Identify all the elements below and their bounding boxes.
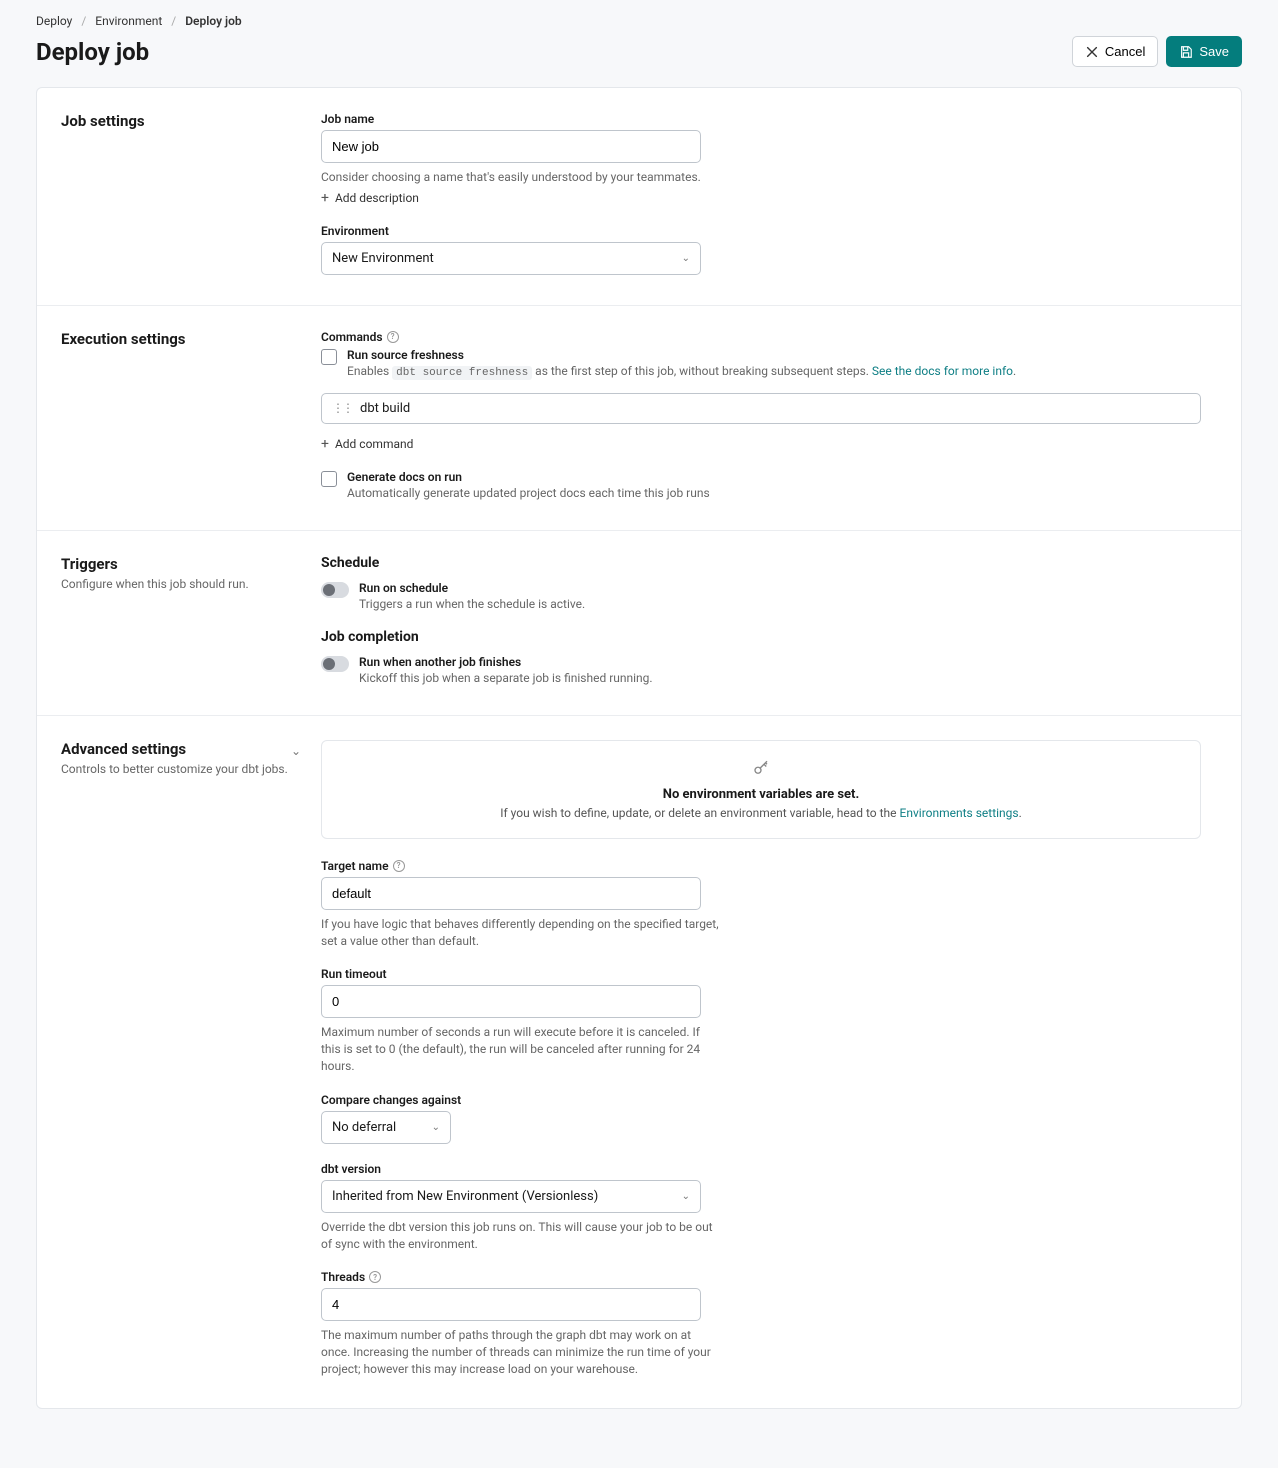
plus-icon: + bbox=[321, 436, 329, 452]
target-name-input[interactable] bbox=[321, 877, 701, 910]
job-name-help: Consider choosing a name that's easily u… bbox=[321, 169, 721, 186]
run-when-finishes-toggle[interactable] bbox=[321, 656, 349, 672]
run-source-freshness-checkbox[interactable] bbox=[321, 349, 337, 365]
job-settings-title: Job settings bbox=[61, 112, 301, 130]
save-icon bbox=[1179, 45, 1193, 59]
help-icon[interactable]: ? bbox=[387, 331, 399, 343]
help-icon[interactable]: ? bbox=[369, 1271, 381, 1283]
chevron-down-icon[interactable]: ⌄ bbox=[291, 744, 301, 758]
run-on-schedule-toggle[interactable] bbox=[321, 582, 349, 598]
environments-settings-link[interactable]: Environments settings bbox=[900, 806, 1019, 820]
job-name-label: Job name bbox=[321, 112, 1217, 126]
compare-changes-select[interactable]: No deferral ⌄ bbox=[321, 1111, 451, 1144]
commands-label: Commands bbox=[321, 330, 383, 344]
cancel-button[interactable]: Cancel bbox=[1072, 36, 1158, 67]
dbt-version-label: dbt version bbox=[321, 1162, 1217, 1176]
key-icon bbox=[342, 759, 1180, 781]
run-timeout-label: Run timeout bbox=[321, 967, 1217, 981]
chevron-down-icon: ⌄ bbox=[682, 253, 690, 264]
run-on-schedule-label: Run on schedule bbox=[359, 581, 585, 595]
threads-input[interactable] bbox=[321, 1288, 701, 1321]
run-source-freshness-label: Run source freshness bbox=[347, 348, 1016, 362]
target-name-label: Target name bbox=[321, 859, 389, 873]
run-timeout-input[interactable] bbox=[321, 985, 701, 1018]
advanced-sub: Controls to better customize your dbt jo… bbox=[61, 762, 288, 776]
compare-changes-label: Compare changes against bbox=[321, 1093, 1217, 1107]
command-text: dbt build bbox=[360, 401, 410, 416]
env-vars-empty: No environment variables are set. If you… bbox=[321, 740, 1201, 839]
docs-link[interactable]: See the docs for more info bbox=[872, 364, 1013, 378]
triggers-title: Triggers bbox=[61, 555, 301, 573]
job-name-input[interactable] bbox=[321, 130, 701, 163]
chevron-down-icon: ⌄ bbox=[432, 1122, 440, 1133]
dbt-version-select[interactable]: Inherited from New Environment (Versionl… bbox=[321, 1180, 701, 1213]
page-title: Deploy job bbox=[36, 38, 149, 66]
breadcrumb-deploy[interactable]: Deploy bbox=[36, 14, 72, 28]
add-command-button[interactable]: + Add command bbox=[321, 436, 413, 452]
execution-settings-title: Execution settings bbox=[61, 330, 301, 348]
threads-label: Threads bbox=[321, 1270, 365, 1284]
breadcrumb: Deploy / Environment / Deploy job bbox=[36, 14, 1242, 28]
triggers-sub: Configure when this job should run. bbox=[61, 577, 301, 591]
environment-label: Environment bbox=[321, 224, 1217, 238]
drag-handle-icon[interactable]: ⋮⋮ bbox=[332, 401, 352, 415]
advanced-title: Advanced settings bbox=[61, 740, 288, 758]
close-icon bbox=[1085, 45, 1099, 59]
environment-select[interactable]: New Environment ⌄ bbox=[321, 242, 701, 275]
save-button[interactable]: Save bbox=[1166, 36, 1242, 67]
job-completion-title: Job completion bbox=[321, 629, 1217, 645]
schedule-title: Schedule bbox=[321, 555, 1217, 571]
run-when-finishes-label: Run when another job finishes bbox=[359, 655, 653, 669]
chevron-down-icon: ⌄ bbox=[682, 1191, 690, 1202]
generate-docs-label: Generate docs on run bbox=[347, 470, 710, 484]
generate-docs-checkbox[interactable] bbox=[321, 471, 337, 487]
plus-icon: + bbox=[321, 190, 329, 206]
add-description-button[interactable]: + Add description bbox=[321, 190, 419, 206]
help-icon[interactable]: ? bbox=[393, 860, 405, 872]
command-row[interactable]: ⋮⋮ dbt build bbox=[321, 393, 1201, 424]
breadcrumb-current: Deploy job bbox=[185, 14, 241, 28]
breadcrumb-environment[interactable]: Environment bbox=[95, 14, 162, 28]
